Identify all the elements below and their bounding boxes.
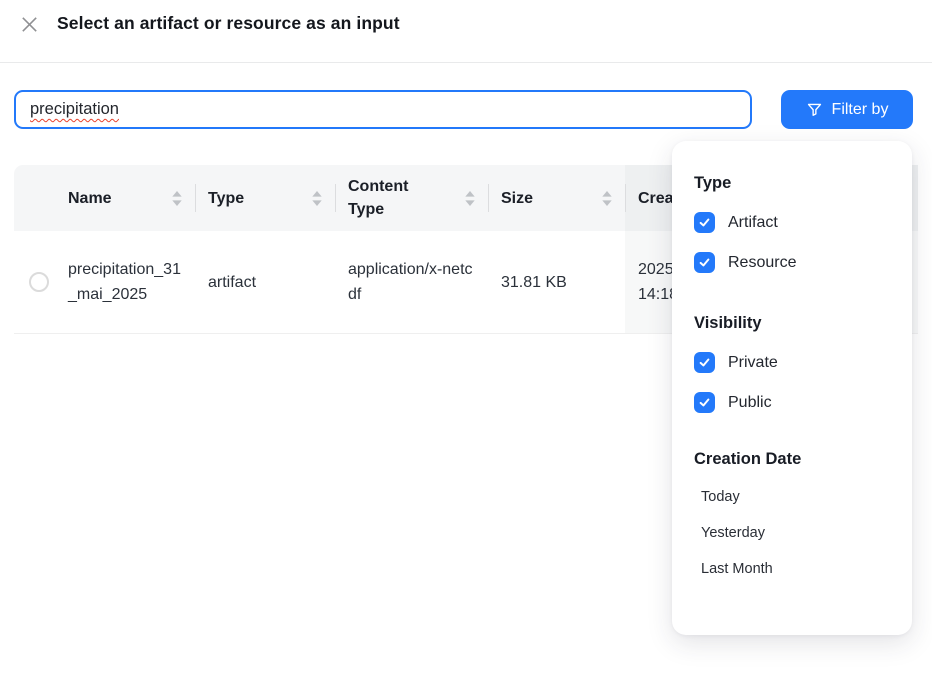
- cell-type: artifact: [195, 231, 335, 333]
- cell-created-date: 2025: [638, 257, 674, 282]
- header-divider: [0, 62, 932, 63]
- modal-title: Select an artifact or resource as an inp…: [57, 13, 400, 34]
- filter-section-heading-creation-date: Creation Date: [694, 449, 894, 469]
- row-radio-cell: [14, 231, 55, 333]
- close-icon: [19, 14, 40, 35]
- sort-arrows-icon[interactable]: [602, 191, 612, 206]
- filter-option-label: Resource: [728, 254, 796, 272]
- filter-option-private[interactable]: Private: [694, 352, 894, 373]
- filter-by-label: Filter by: [832, 101, 889, 119]
- search-input[interactable]: precipitation: [14, 90, 752, 129]
- filter-option-yesterday[interactable]: Yesterday: [701, 525, 894, 541]
- filter-section-heading-type: Type: [694, 173, 894, 193]
- checkbox-checked-icon[interactable]: [694, 352, 715, 373]
- cell-content-type: application/x-netcdf: [335, 231, 488, 333]
- sort-arrows-icon[interactable]: [172, 191, 182, 206]
- radio-column-header: [14, 165, 55, 231]
- column-header-type[interactable]: Type: [195, 165, 335, 231]
- column-header-label: Size: [501, 187, 533, 210]
- search-input-value: precipitation: [30, 100, 119, 119]
- funnel-icon: [806, 101, 823, 118]
- column-header-size[interactable]: Size: [488, 165, 625, 231]
- filter-option-last-month[interactable]: Last Month: [701, 561, 894, 577]
- filter-option-today[interactable]: Today: [701, 489, 894, 505]
- filter-option-resource[interactable]: Resource: [694, 252, 894, 273]
- column-header-label: Content Type: [348, 175, 434, 221]
- row-radio-button[interactable]: [29, 272, 49, 292]
- column-header-content-type[interactable]: Content Type: [335, 165, 488, 231]
- column-header-name[interactable]: Name: [55, 165, 195, 231]
- filter-panel: Type Artifact Resource Visibility Privat…: [672, 141, 912, 635]
- cell-name: precipitation_31_mai_2025: [55, 231, 195, 333]
- filter-option-label: Artifact: [728, 214, 778, 232]
- column-header-label: Type: [208, 187, 244, 210]
- sort-arrows-icon[interactable]: [312, 191, 322, 206]
- close-button[interactable]: [18, 13, 40, 35]
- sort-arrows-icon[interactable]: [465, 191, 475, 206]
- column-header-label: Name: [68, 187, 112, 210]
- modal-header: Select an artifact or resource as an inp…: [0, 0, 932, 62]
- checkbox-checked-icon[interactable]: [694, 252, 715, 273]
- filter-option-public[interactable]: Public: [694, 392, 894, 413]
- checkbox-checked-icon[interactable]: [694, 392, 715, 413]
- filter-by-button[interactable]: Filter by: [781, 90, 913, 129]
- filter-section-heading-visibility: Visibility: [694, 313, 894, 333]
- filter-option-label: Public: [728, 394, 772, 412]
- checkbox-checked-icon[interactable]: [694, 212, 715, 233]
- filter-option-artifact[interactable]: Artifact: [694, 212, 894, 233]
- cell-size: 31.81 KB: [488, 231, 625, 333]
- filter-option-label: Private: [728, 354, 778, 372]
- select-input-modal: Select an artifact or resource as an inp…: [0, 0, 932, 699]
